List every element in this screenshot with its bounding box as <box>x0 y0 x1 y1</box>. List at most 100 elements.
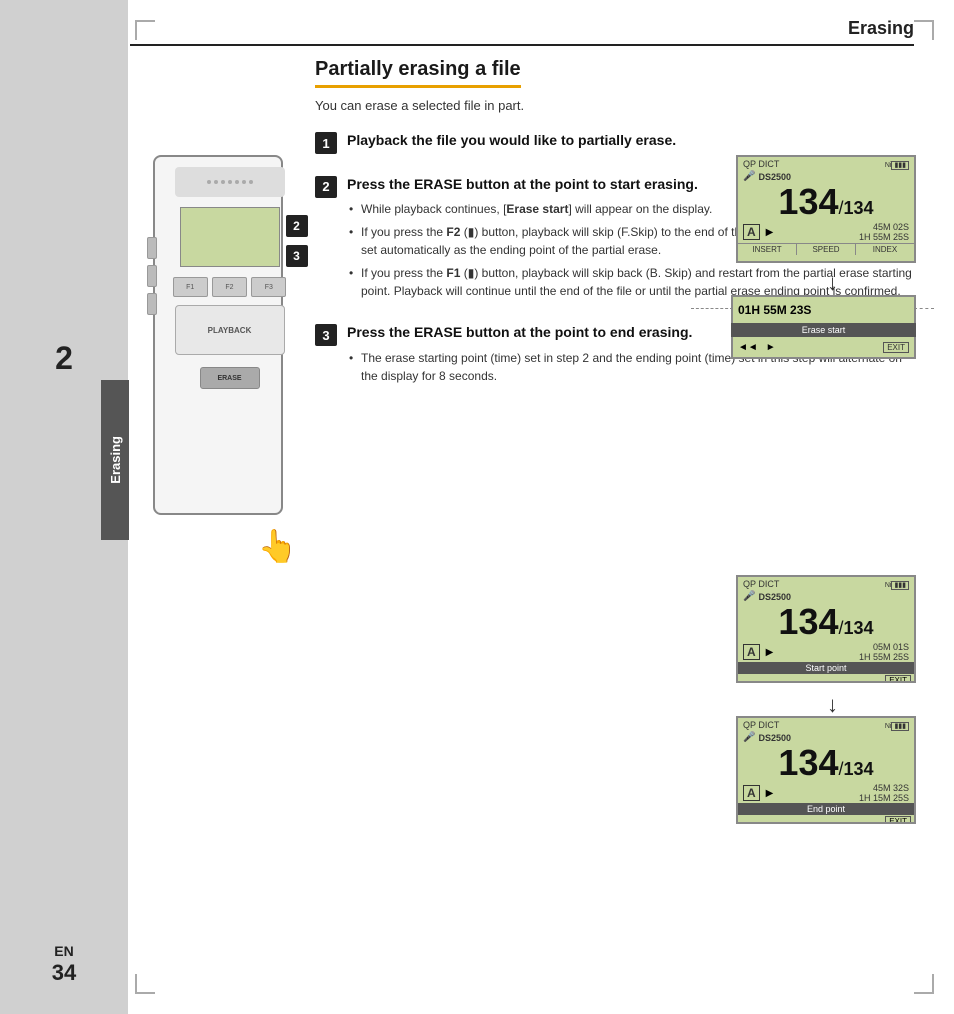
lcd4-exit-area: EXIT <box>738 815 914 824</box>
lcd-screen-1: QP DICT Ni▮▮▮ 🎤 DS2500 134/134 A ▶ 45M 0… <box>736 155 916 263</box>
lcd1-mic-icon: 🎤 <box>743 171 755 182</box>
dashed-left <box>691 308 733 309</box>
lcd1-battery: Ni▮▮▮ <box>885 159 909 169</box>
f3-button[interactable]: F3 <box>251 277 286 297</box>
corner-top-left <box>135 20 155 40</box>
lcd1-a-row: A ▶ 45M 02S 1H 55M 25S <box>738 222 914 242</box>
lcd1-play-icon: ▶ <box>766 227 774 238</box>
corner-top-right <box>914 20 934 40</box>
device-body-container: 2 3 F1 F2 F3 <box>143 155 303 545</box>
side-btn-1[interactable] <box>147 237 157 259</box>
lcd4-model: DS2500 <box>758 733 791 743</box>
lcd4-end-point-label: End point <box>738 803 914 815</box>
hand-cursor-icon: 👆 <box>258 527 298 565</box>
section-title: Partially erasing a file <box>315 58 521 88</box>
play-btn[interactable]: ► <box>766 342 776 353</box>
lcd3-mic-icon: 🎤 <box>743 591 755 602</box>
erase-start-time: 01H 55M 23S <box>738 303 811 317</box>
lcd3-folder: A <box>743 644 760 660</box>
arrow-3-to-4: ↓ <box>827 692 838 718</box>
lcd1-time: 45M 02S 1H 55M 25S <box>779 222 909 242</box>
sidebar: 2 Erasing EN 34 <box>0 0 128 1014</box>
playback-control[interactable]: PLAYBACK <box>175 305 285 355</box>
step-3-number: 3 <box>315 324 337 346</box>
lcd1-btn-index: INDEX <box>856 244 914 255</box>
f1-button[interactable]: F1 <box>173 277 208 297</box>
lcd4-a-row: A ▶ 45M 32S 1H 15M 25S <box>738 783 914 803</box>
lcd3-total: 134 <box>844 619 874 637</box>
lcd1-top-bar: QP DICT Ni▮▮▮ <box>738 157 914 171</box>
lcd1-total: 134 <box>844 199 874 217</box>
step-2-number: 2 <box>315 176 337 198</box>
corner-bottom-right <box>914 974 934 994</box>
lcd4-mode: QP DICT <box>743 720 779 730</box>
f2-button[interactable]: F2 <box>212 277 247 297</box>
language-label: EN <box>54 943 73 959</box>
lcd4-exit-btn[interactable]: EXIT <box>885 816 911 824</box>
device-step-marker-3: 3 <box>286 245 308 267</box>
device-main-body: F1 F2 F3 PLAYBACK ERASE <box>153 155 283 515</box>
lcd-display-4: QP DICT Ni▮▮▮ 🎤 DS2500 134/134 A ▶ 45M 3… <box>736 716 916 824</box>
device-f-buttons: F1 F2 F3 <box>173 277 287 299</box>
lcd-screen-3: QP DICT Ni▮▮▮ 🎤 DS2500 134/134 A ▶ 05M 0… <box>736 575 916 683</box>
side-btn-2[interactable] <box>147 265 157 287</box>
lcd3-play-icon: ▶ <box>766 647 774 658</box>
step-1-content: Playback the file you would like to part… <box>347 131 914 157</box>
erase-start-label: Erase start <box>731 323 916 337</box>
lcd3-top-bar: QP DICT Ni▮▮▮ <box>738 577 914 591</box>
lcd1-current: 134 <box>778 184 838 220</box>
prev-btn[interactable]: ◄◄ <box>738 342 758 353</box>
lcd3-track-number: 134/134 <box>738 602 914 642</box>
lcd-erase-start: 01H 55M 23S Erase start ◄◄ ► EXIT <box>731 295 916 359</box>
lcd3-current: 134 <box>778 604 838 640</box>
lcd1-btn-insert: INSERT <box>738 244 797 255</box>
lcd4-play-icon: ▶ <box>766 788 774 799</box>
page-number: 34 <box>0 960 128 986</box>
step-1: 1 Playback the file you would like to pa… <box>315 131 914 157</box>
lcd4-battery: Ni▮▮▮ <box>885 720 909 730</box>
lcd1-bottom-bar: INSERT SPEED INDEX <box>738 243 914 255</box>
lcd3-model: DS2500 <box>758 592 791 602</box>
lcd-display-1: QP DICT Ni▮▮▮ 🎤 DS2500 134/134 A ▶ 45M 0… <box>736 155 916 263</box>
lcd3-exit-btn[interactable]: EXIT <box>885 675 911 683</box>
header-line <box>130 44 914 46</box>
lcd-screen-4: QP DICT Ni▮▮▮ 🎤 DS2500 134/134 A ▶ 45M 3… <box>736 716 916 824</box>
lcd3-battery: Ni▮▮▮ <box>885 579 909 589</box>
sidebar-tab-label: Erasing <box>108 436 123 484</box>
step-1-heading: Playback the file you would like to part… <box>347 131 914 151</box>
lcd1-folder: A <box>743 224 760 240</box>
lcd3-a-row: A ▶ 05M 01S 1H 55M 25S <box>738 642 914 662</box>
device-screen <box>180 207 280 267</box>
lcd4-total: 134 <box>844 760 874 778</box>
lcd-display-3: QP DICT Ni▮▮▮ 🎤 DS2500 134/134 A ▶ 05M 0… <box>736 575 916 683</box>
device-illustration: 2 3 F1 F2 F3 <box>135 155 310 575</box>
lcd3-exit-area: EXIT <box>738 674 914 683</box>
erase-button[interactable]: ERASE <box>200 367 260 389</box>
lcd1-btn-speed: SPEED <box>797 244 856 255</box>
arrow-1-to-2: ↓ <box>827 270 838 296</box>
erase-start-controls: ◄◄ ► EXIT <box>731 337 916 359</box>
lcd3-mode: QP DICT <box>743 579 779 589</box>
lcd3-start-point-label: Start point <box>738 662 914 674</box>
lcd4-folder: A <box>743 785 760 801</box>
lcd4-time: 45M 32S 1H 15M 25S <box>779 783 909 803</box>
lcd1-model: DS2500 <box>758 172 791 182</box>
lcd1-mode: QP DICT <box>743 159 779 169</box>
erase-start-screen: 01H 55M 23S <box>731 295 916 323</box>
side-buttons <box>147 237 159 317</box>
intro-text: You can erase a selected file in part. <box>315 98 914 113</box>
side-btn-3[interactable] <box>147 293 157 315</box>
lcd1-track-number: 134/134 <box>738 182 914 222</box>
step-1-number: 1 <box>315 132 337 154</box>
lcd4-current: 134 <box>778 745 838 781</box>
lcd4-top-bar: QP DICT Ni▮▮▮ <box>738 718 914 732</box>
chapter-number: 2 <box>55 340 73 377</box>
lcd4-track-number: 134/134 <box>738 743 914 783</box>
corner-bottom-left <box>135 974 155 994</box>
sidebar-tab: Erasing <box>101 380 129 540</box>
dashed-right <box>914 308 934 309</box>
device-speaker <box>175 167 285 197</box>
lcd4-mic-icon: 🎤 <box>743 732 755 743</box>
exit-btn[interactable]: EXIT <box>883 342 909 353</box>
device-step-marker-2: 2 <box>286 215 308 237</box>
